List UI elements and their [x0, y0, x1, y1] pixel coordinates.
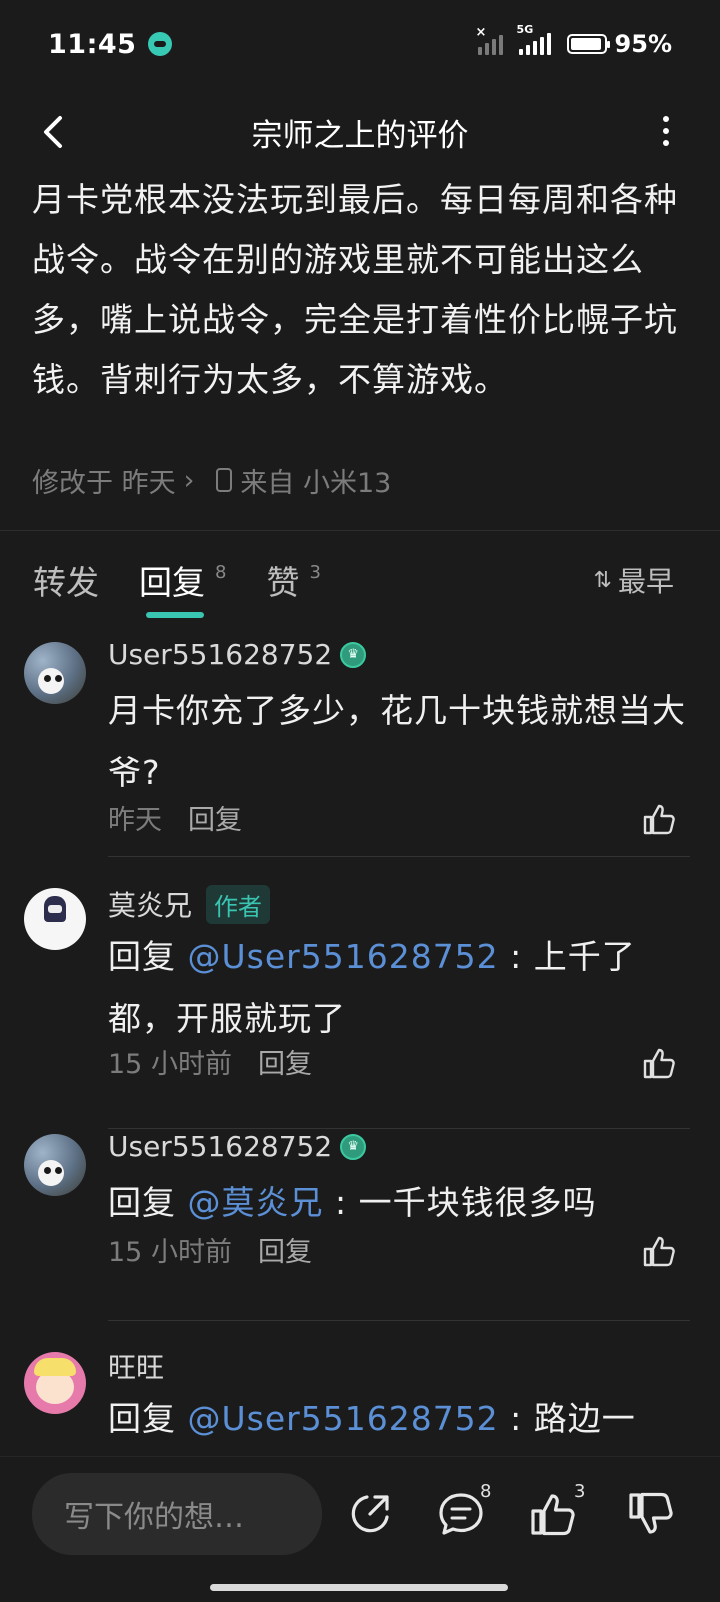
- reply-header: User551628752 ♛: [108, 1130, 367, 1163]
- mention-link[interactable]: @莫炎兄: [188, 1183, 324, 1222]
- username[interactable]: 旺旺: [108, 1346, 164, 1386]
- reply-button[interactable]: 回复: [258, 1042, 312, 1081]
- comment-placeholder: 写下你的想…: [64, 1500, 244, 1535]
- cellular-signal-icon: 5G: [517, 23, 551, 55]
- section-divider: [0, 530, 720, 531]
- active-tab-indicator: [146, 612, 204, 618]
- reply-button[interactable]: 回复: [258, 1230, 312, 1269]
- thumbs-up-icon[interactable]: [642, 1046, 676, 1080]
- like-icon[interactable]: [528, 1489, 578, 1539]
- thumbs-up-icon[interactable]: [642, 1234, 676, 1268]
- reply-text: 回复 @User551628752 : 路边一: [108, 1399, 636, 1438]
- reply-text: 月卡你充了多少，花几十块钱就想当大爷?: [108, 691, 686, 792]
- reply-meta: 15 小时前 回复: [108, 1042, 312, 1081]
- username[interactable]: User551628752: [108, 638, 332, 671]
- tab-likes[interactable]: 赞 3: [266, 556, 320, 604]
- reply-button[interactable]: 回复: [188, 798, 242, 837]
- mention-link[interactable]: @User551628752: [188, 937, 499, 976]
- tab-count: 8: [215, 562, 227, 583]
- battery-fill: [570, 38, 601, 50]
- chevron-right-icon: ›: [183, 464, 195, 496]
- back-arrow-icon[interactable]: [30, 108, 78, 156]
- username[interactable]: User551628752: [108, 1130, 332, 1163]
- reply-text: 回复 @莫炎兄 : 一千块钱很多吗: [108, 1183, 597, 1222]
- reply-divider: [108, 856, 690, 857]
- status-icons: × 5G 95%: [476, 23, 672, 58]
- trophy-badge-icon: ♛: [340, 1133, 367, 1160]
- sort-icon: ⇅: [593, 567, 612, 593]
- top-app-bar: 宗师之上的评价: [0, 88, 720, 176]
- share-icon[interactable]: [345, 1489, 395, 1539]
- page-title: 宗师之上的评价: [251, 117, 469, 154]
- wifi-off-signal-icon: ×: [476, 25, 503, 55]
- reply-time: 15 小时前: [108, 1237, 232, 1268]
- app-notification-icon: [148, 32, 173, 56]
- tab-label: 回复: [139, 563, 205, 602]
- review-meta: 修改于 昨天 › 来自 小米13: [32, 458, 391, 502]
- reply-meta: 昨天 回复: [108, 798, 242, 837]
- dislike-icon[interactable]: [626, 1489, 676, 1539]
- mention-link[interactable]: @User551628752: [188, 1399, 499, 1438]
- tab-repost[interactable]: 转发: [33, 556, 99, 604]
- reply-header: User551628752 ♛: [108, 638, 367, 671]
- modified-time-link[interactable]: 修改于 昨天: [32, 461, 176, 500]
- reply-header: 旺旺: [108, 1346, 164, 1386]
- reply-time: 15 小时前: [108, 1049, 232, 1080]
- battery-percent: 95%: [614, 30, 672, 58]
- username[interactable]: 莫炎兄: [108, 884, 192, 924]
- trophy-badge-icon: ♛: [340, 641, 367, 668]
- interaction-tabs: 转发 回复 8 赞 3 ⇅ 最早: [0, 548, 720, 618]
- avatar[interactable]: [24, 642, 86, 704]
- device-label: 来自 小米13: [240, 467, 392, 499]
- home-indicator[interactable]: [210, 1584, 508, 1591]
- avatar[interactable]: [24, 888, 86, 950]
- reply-header: 莫炎兄 作者: [108, 884, 271, 924]
- reply-time: 昨天: [108, 805, 162, 836]
- comment-icon[interactable]: [436, 1489, 486, 1539]
- reply-divider: [108, 1128, 690, 1129]
- thumbs-up-icon[interactable]: [642, 802, 676, 836]
- like-count-badge: 3: [574, 1481, 586, 1502]
- tab-label: 转发: [33, 563, 99, 602]
- review-body: 月卡党根本没法玩到最后。每日每周和各种战令。战令在别的游戏里就不可能出这么多，嘴…: [32, 180, 678, 399]
- more-options-icon[interactable]: [662, 116, 670, 146]
- status-bar: 11:45 × 5G 95%: [0, 0, 720, 88]
- phone-icon: [216, 468, 233, 492]
- sort-label: 最早: [617, 565, 674, 598]
- network-type-label: 5G: [516, 23, 534, 36]
- tab-replies[interactable]: 回复 8: [139, 556, 227, 618]
- tab-label: 赞: [266, 563, 300, 602]
- sort-button[interactable]: ⇅ 最早: [594, 560, 674, 600]
- reply-meta: 15 小时前 回复: [108, 1230, 312, 1269]
- bottom-action-bar: 写下你的想… 8 3: [0, 1456, 720, 1602]
- avatar[interactable]: [24, 1134, 86, 1196]
- comment-input[interactable]: 写下你的想…: [32, 1473, 322, 1555]
- comment-count-badge: 8: [480, 1481, 492, 1502]
- tab-count: 3: [309, 562, 321, 583]
- avatar[interactable]: [24, 1352, 86, 1414]
- reply-text: 回复 @User551628752 : 上千了都，开服就玩了: [108, 937, 636, 1038]
- reply-divider: [108, 1320, 690, 1321]
- battery-icon: [566, 34, 610, 54]
- status-time: 11:45: [48, 28, 137, 60]
- author-tag: 作者: [206, 884, 271, 924]
